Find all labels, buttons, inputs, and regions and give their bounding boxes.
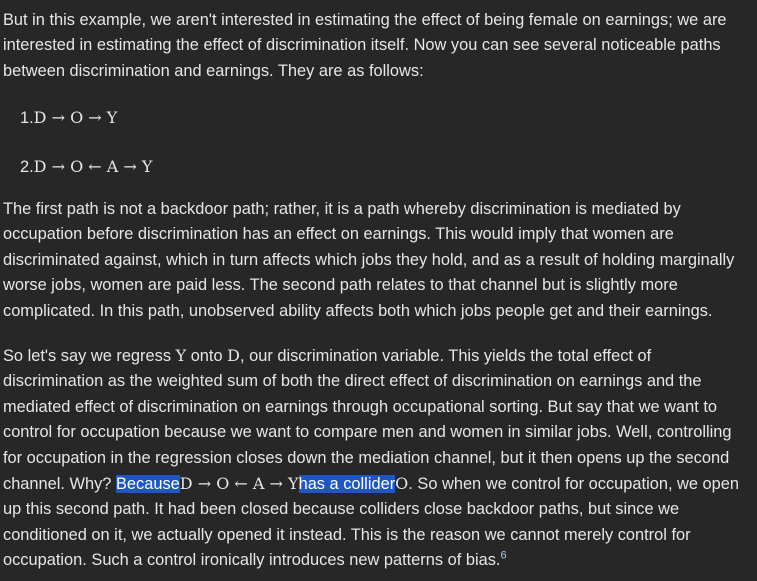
text-run: , our discrimination variable. This yiel…: [3, 347, 732, 494]
path-expression: D → O ← A → Y: [33, 157, 153, 176]
list-item-path-1: 1.D → O → Y: [20, 105, 755, 130]
text-run: onto: [186, 347, 228, 366]
path-number: 2.: [20, 158, 34, 176]
selected-text-because[interactable]: Because: [115, 475, 180, 494]
footnote-link[interactable]: 6: [500, 550, 506, 562]
math-y: Y: [175, 346, 187, 366]
text-run: So let's say we regress: [3, 347, 176, 366]
math-o: O: [395, 474, 409, 494]
list-item-path-2: 2.D → O ← A → Y: [20, 154, 755, 179]
document-page: But in this example, we aren't intereste…: [3, 8, 755, 574]
regression-paragraph: So let's say we regress Y onto D, our di…: [3, 343, 755, 574]
intro-paragraph: But in this example, we aren't intereste…: [3, 11, 727, 80]
mediation-paragraph: The first path is not a backdoor path; r…: [3, 200, 735, 320]
path-list: 1.D → O → Y 2.D → O ← A → Y: [3, 105, 755, 179]
math-collider-path: D → O ← A → Y: [179, 474, 299, 494]
math-d: D: [227, 346, 240, 366]
selected-text-has-a-collider[interactable]: has a collider: [298, 475, 396, 494]
path-expression: D → O → Y: [33, 108, 118, 127]
path-number: 1.: [20, 109, 34, 127]
